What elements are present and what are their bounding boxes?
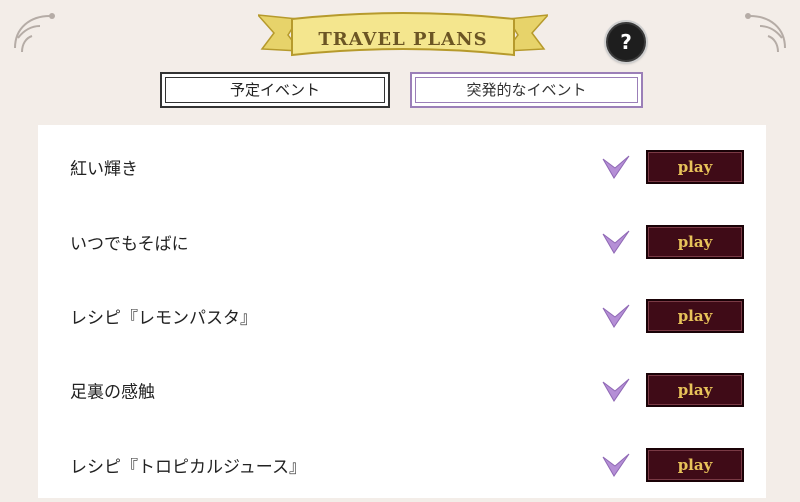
play-button[interactable]: play	[646, 373, 744, 407]
list-item: レシピ『レモンパスタ』 play	[38, 279, 766, 353]
play-button[interactable]: play	[646, 299, 744, 333]
help-button[interactable]: ?	[606, 22, 646, 62]
tab-sudden-events[interactable]: 突発的なイベント	[410, 72, 643, 108]
tab-label: 予定イベント	[229, 81, 320, 99]
checkmark-icon	[602, 230, 630, 254]
event-title: 紅い輝き	[70, 159, 138, 180]
play-button[interactable]: play	[646, 448, 744, 482]
list-item: 足裏の感触 play	[38, 353, 766, 427]
corner-ornament-right-icon	[745, 13, 786, 53]
tab-scheduled-events[interactable]: 予定イベント	[160, 72, 390, 108]
event-title: 足裏の感触	[70, 382, 155, 403]
play-button[interactable]: play	[646, 225, 744, 259]
checkmark-icon	[602, 155, 630, 179]
event-title: いつでもそばに	[70, 234, 189, 255]
checkmark-icon	[602, 304, 630, 328]
event-list: 紅い輝き play いつでもそばに play レシピ『レモンパスタ』 play …	[38, 125, 766, 498]
list-item: レシピ『トロピカルジュース』 play	[38, 428, 766, 502]
checkmark-icon	[602, 453, 630, 477]
play-button[interactable]: play	[646, 150, 744, 184]
list-item: 紅い輝き play	[38, 130, 766, 204]
title-banner: TRAVEL PLANS	[256, 5, 550, 65]
tab-label: 突発的なイベント	[466, 81, 587, 99]
event-title: レシピ『レモンパスタ』	[70, 308, 257, 329]
list-item: いつでもそばに play	[38, 205, 766, 279]
checkmark-icon	[602, 378, 630, 402]
event-title: レシピ『トロピカルジュース』	[70, 457, 306, 478]
corner-ornament-left-icon	[14, 13, 55, 53]
page-title: TRAVEL PLANS	[318, 29, 488, 50]
